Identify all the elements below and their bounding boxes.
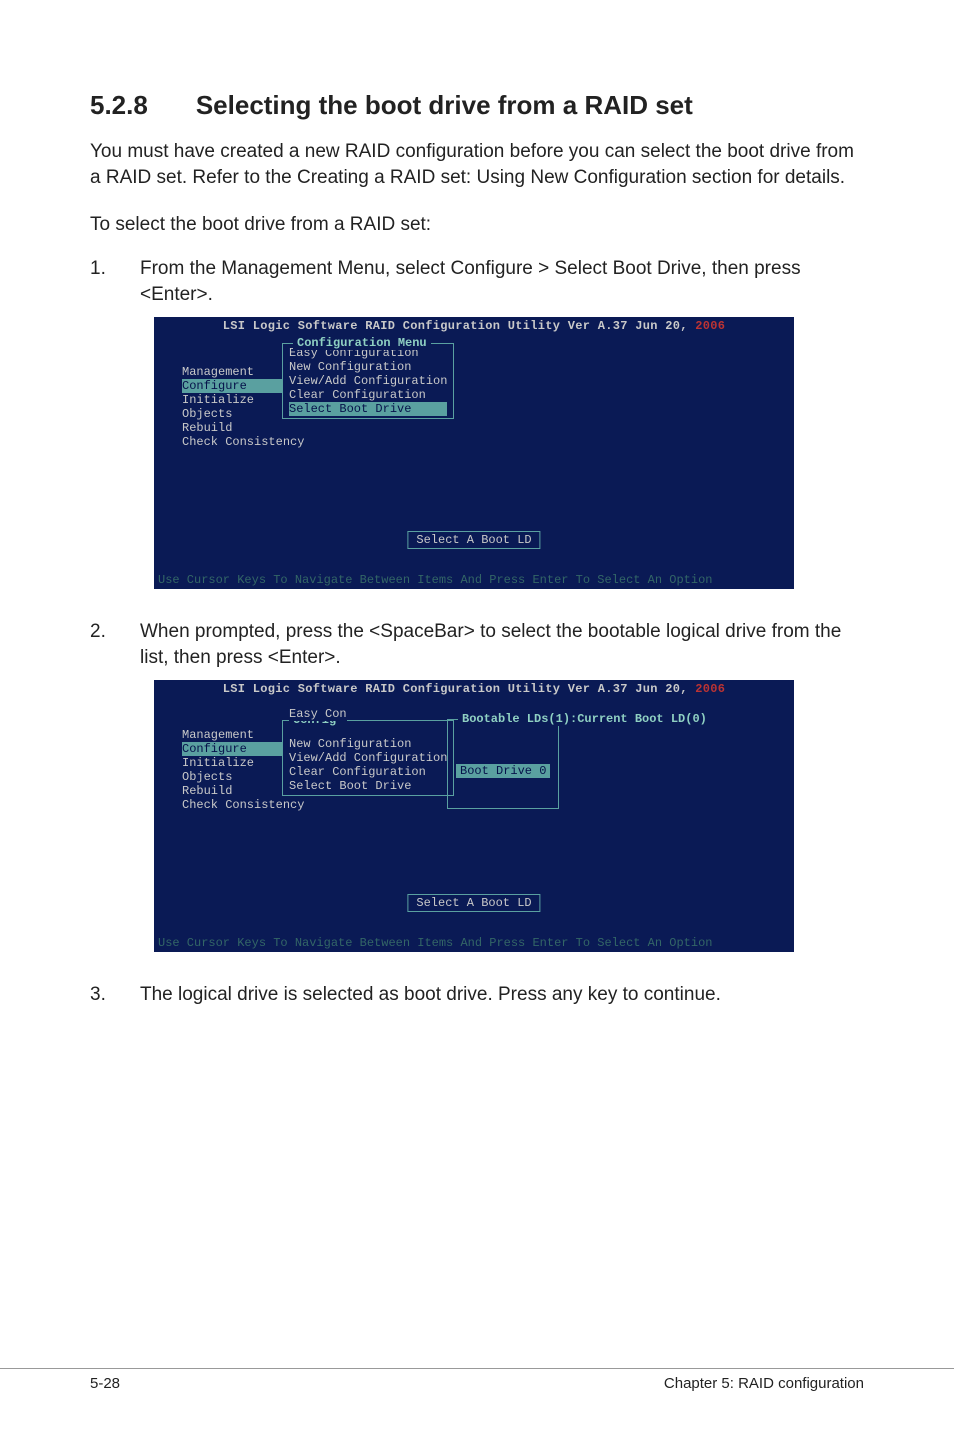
cfg-item-viewadd[interactable]: View/Add Configuration <box>289 751 447 765</box>
chapter-label: Chapter 5: RAID configuration <box>664 1375 864 1392</box>
lead-paragraph: To select the boot drive from a RAID set… <box>90 212 864 238</box>
bios-title-main: LSI Logic Software RAID Configuration Ut… <box>223 319 688 333</box>
step-1: 1. From the Management Menu, select Conf… <box>90 256 864 307</box>
document-page: 5.2.8 Selecting the boot drive from a RA… <box>0 0 954 1438</box>
steps-list-cont: 2. When prompted, press the <SpaceBar> t… <box>90 619 864 670</box>
step-text: When prompted, press the <SpaceBar> to s… <box>140 619 864 670</box>
config-menu-title: Configuration Menu <box>293 336 431 350</box>
bios-status-box: Select A Boot LD <box>407 531 540 549</box>
cfg-item-select-boot[interactable]: Select Boot Drive <box>289 402 447 416</box>
page-footer: 5-28 Chapter 5: RAID configuration <box>0 1368 954 1392</box>
mgmt-item-rebuild[interactable]: Rebuild <box>182 421 304 435</box>
bios-canvas: Management Configure Initialize Objects … <box>154 335 794 573</box>
bios-canvas: Management Configure Initialize Objects … <box>154 698 794 936</box>
bios-help-bar: Use Cursor Keys To Navigate Between Item… <box>154 936 794 952</box>
bios-title-main: LSI Logic Software RAID Configuration Ut… <box>223 682 688 696</box>
page-number: 5-28 <box>90 1375 120 1392</box>
step-number: 2. <box>90 619 112 670</box>
mgmt-item-check-consistency[interactable]: Check Consistency <box>182 798 304 812</box>
section-heading: 5.2.8 Selecting the boot drive from a RA… <box>90 90 864 121</box>
cfg-item-clear[interactable]: Clear Configuration <box>289 388 447 402</box>
section-title: Selecting the boot drive from a RAID set <box>196 90 693 121</box>
bios-title-year: 2006 <box>688 682 726 696</box>
bios-window: LSI Logic Software RAID Configuration Ut… <box>154 680 794 952</box>
cfg-item-easy-trunc[interactable]: Easy Con <box>289 707 347 721</box>
step-text: The logical drive is selected as boot dr… <box>140 982 864 1008</box>
steps-list-cont2: 3. The logical drive is selected as boot… <box>90 982 864 1008</box>
bios-screenshot-1: LSI Logic Software RAID Configuration Ut… <box>154 317 794 589</box>
bios-title: LSI Logic Software RAID Configuration Ut… <box>154 317 794 335</box>
boot-panel-title: Bootable LDs(1):Current Boot LD(0) <box>458 712 711 726</box>
bios-screenshot-2: LSI Logic Software RAID Configuration Ut… <box>154 680 794 952</box>
step-2: 2. When prompted, press the <SpaceBar> t… <box>90 619 864 670</box>
bios-window: LSI Logic Software RAID Configuration Ut… <box>154 317 794 589</box>
boot-drive-0[interactable]: Boot Drive 0 <box>456 764 550 778</box>
bootable-lds-panel: Bootable LDs(1):Current Boot LD(0) Boot … <box>447 719 559 809</box>
configuration-menu: Config Easy Con Bootable LDs(1):Current … <box>282 720 454 796</box>
intro-paragraph: You must have created a new RAID configu… <box>90 139 864 190</box>
step-text: From the Management Menu, select Configu… <box>140 256 864 307</box>
section-number: 5.2.8 <box>90 90 148 121</box>
bios-title: LSI Logic Software RAID Configuration Ut… <box>154 680 794 698</box>
bios-title-year: 2006 <box>688 319 726 333</box>
cfg-item-viewadd[interactable]: View/Add Configuration <box>289 374 447 388</box>
cfg-item-new[interactable]: New Configuration <box>289 737 447 751</box>
steps-list: 1. From the Management Menu, select Conf… <box>90 256 864 307</box>
cfg-item-select-boot[interactable]: Select Boot Drive <box>289 779 447 793</box>
step-number: 3. <box>90 982 112 1008</box>
mgmt-item-check-consistency[interactable]: Check Consistency <box>182 435 304 449</box>
cfg-item-new[interactable]: New Configuration <box>289 360 447 374</box>
configuration-menu: Configuration Menu Easy Configuration Ne… <box>282 343 454 419</box>
step-number: 1. <box>90 256 112 307</box>
bios-status-box: Select A Boot LD <box>407 894 540 912</box>
step-3: 3. The logical drive is selected as boot… <box>90 982 864 1008</box>
bios-help-bar: Use Cursor Keys To Navigate Between Item… <box>154 573 794 589</box>
cfg-item-clear[interactable]: Clear Configuration <box>289 765 447 779</box>
